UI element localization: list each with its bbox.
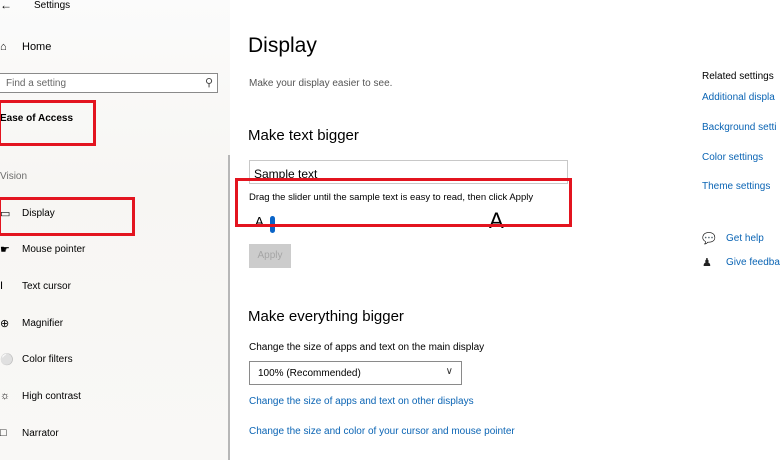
high-contrast-icon: ☼ xyxy=(0,390,11,402)
mouse-pointer-icon: ☛ xyxy=(0,244,10,256)
help-chat-icon: 💬 xyxy=(702,233,716,245)
sidebar: ← Settings ⌂ Home Find a setting ⚲ Ease … xyxy=(0,0,230,460)
link-color-settings[interactable]: Color settings xyxy=(702,152,763,163)
sidebar-item-label: Color filters xyxy=(22,354,73,365)
highlight-box-slider xyxy=(235,178,572,227)
home-nav-item[interactable]: ⌂ Home xyxy=(0,41,51,53)
sidebar-item-color-filters[interactable]: ⚪ Color filters xyxy=(0,353,73,366)
section-heading-text-bigger: Make text bigger xyxy=(248,127,359,144)
home-icon: ⌂ xyxy=(0,41,7,53)
group-label-vision: Vision xyxy=(0,171,28,182)
scale-dropdown-value: 100% (Recommended) xyxy=(258,368,361,379)
back-arrow-icon[interactable]: ← xyxy=(0,0,12,12)
feedback-icon: ♟ xyxy=(702,257,712,269)
text-cursor-icon: I xyxy=(0,280,4,292)
sidebar-item-label: Narrator xyxy=(22,427,59,439)
link-other-displays[interactable]: Change the size of apps and text on othe… xyxy=(249,396,474,407)
search-icon[interactable]: ⚲ xyxy=(205,76,213,89)
home-label: Home xyxy=(22,41,52,53)
chevron-down-icon: ∨ xyxy=(445,366,453,377)
link-theme-settings[interactable]: Theme settings xyxy=(702,181,770,192)
sidebar-item-label: Mouse pointer xyxy=(22,244,86,255)
give-feedback-label: Give feedba xyxy=(726,257,780,268)
link-additional-display[interactable]: Additional displa xyxy=(702,92,775,103)
sidebar-item-label: High contrast xyxy=(22,390,81,402)
size-dropdown-label: Change the size of apps and text on the … xyxy=(249,342,485,353)
page-subtitle: Make your display easier to see. xyxy=(249,78,393,89)
sidebar-item-text-cursor[interactable]: I Text cursor xyxy=(0,280,71,292)
give-feedback-link[interactable]: ♟ Give feedba xyxy=(702,256,780,269)
magnifier-icon: ⊕ xyxy=(0,318,10,330)
sidebar-item-label: Text cursor xyxy=(22,280,71,292)
sidebar-item-mouse-pointer[interactable]: ☛ Mouse pointer xyxy=(0,243,85,256)
title-bar: ← Settings xyxy=(0,0,230,14)
narrator-icon: □ xyxy=(0,427,7,439)
window-title: Settings xyxy=(34,0,71,11)
sidebar-item-narrator[interactable]: □ Narrator xyxy=(0,427,59,439)
highlight-box-display xyxy=(0,197,135,236)
search-input[interactable]: Find a setting ⚲ xyxy=(0,73,218,93)
get-help-label: Get help xyxy=(726,233,764,244)
get-help-link[interactable]: 💬 Get help xyxy=(702,232,764,245)
sidebar-scrollbar[interactable] xyxy=(228,155,230,460)
color-filters-icon: ⚪ xyxy=(0,354,14,366)
section-heading-everything-bigger: Make everything bigger xyxy=(248,308,404,325)
scale-dropdown[interactable]: 100% (Recommended) ∨ xyxy=(249,361,462,385)
sidebar-item-high-contrast[interactable]: ☼ High contrast xyxy=(0,390,81,402)
sidebar-item-magnifier[interactable]: ⊕ Magnifier xyxy=(0,317,63,330)
link-cursor-size[interactable]: Change the size and color of your cursor… xyxy=(249,426,515,437)
search-placeholder: Find a setting xyxy=(6,78,67,89)
page-title: Display xyxy=(248,34,317,57)
related-settings-title: Related settings xyxy=(702,71,774,82)
apply-button[interactable]: Apply xyxy=(249,244,291,268)
link-background-settings[interactable]: Background setti xyxy=(702,122,777,133)
highlight-box-section xyxy=(0,100,96,146)
sidebar-item-label: Magnifier xyxy=(22,318,64,329)
